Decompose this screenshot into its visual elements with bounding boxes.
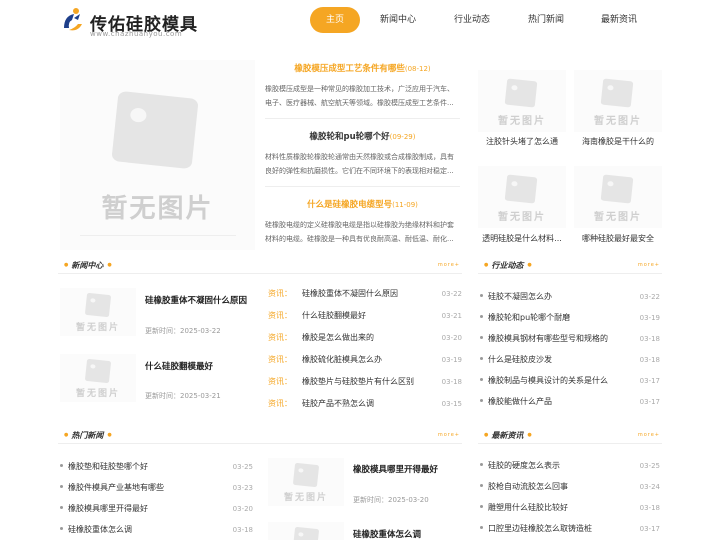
list-item[interactable]: 资讯： 橡胶是怎么做出来的 03-20 <box>268 331 462 345</box>
thumb-caption[interactable]: 注胶针头堵了怎么通 <box>478 136 566 147</box>
card-title[interactable]: 橡胶模具哪里开得最好 <box>353 463 438 475</box>
card-image[interactable]: 暂无图片 <box>268 458 344 506</box>
featured-image-placeholder[interactable]: 暂无图片 <box>60 60 255 250</box>
list-item[interactable]: 口腔里边硅橡胶怎么取铸造桩 03-17 <box>480 522 660 536</box>
header: 传佑硅胶模具 www.chazhuanyou.com 主页 新闻中心 行业动态 … <box>0 0 720 46</box>
list-item[interactable]: 橡胶垫和硅胶垫哪个好 03-25 <box>60 460 253 474</box>
list-item[interactable]: 胶枪自动流胶怎么回事 03-24 <box>480 480 660 494</box>
image-placeholder-icon <box>111 90 199 170</box>
thumb-image[interactable]: 暂无图片 <box>574 70 662 132</box>
list-item[interactable]: 资讯： 橡胶垫片与硅胶垫片有什么区别 03-18 <box>268 375 462 389</box>
nav-home[interactable]: 主页 <box>310 7 360 33</box>
list-item[interactable]: 橡胶轮和pu轮哪个耐磨 03-19 <box>480 311 660 325</box>
featured-article[interactable]: 什么是硅橡胶电缆型号(11-09) 硅橡胶电缆的定义硅橡胶电缆是指以硅橡胶为绝缘… <box>265 198 460 246</box>
section-header-news-center: 新闻中心 more+ <box>58 258 462 274</box>
nav-industry[interactable]: 行业动态 <box>454 7 490 33</box>
featured-desc: 橡胶模压成型是一种常见的橡胶加工技术，广泛应用于汽车、电子、医疗器械、航空航天等… <box>265 85 454 107</box>
thumb-caption[interactable]: 透明硅胶是什么材料... <box>478 233 566 244</box>
card-title[interactable]: 硅橡胶重体不凝固什么原因 <box>145 294 247 306</box>
nav-news-center[interactable]: 新闻中心 <box>380 7 416 33</box>
section-title: 热门新闻 <box>64 430 112 441</box>
featured-title[interactable]: 橡胶轮和pu轮哪个好(09-29) <box>265 130 460 142</box>
featured-title[interactable]: 橡胶模压成型工艺条件有哪些(08-12) <box>265 62 460 74</box>
list-item[interactable]: 硅胶不凝固怎么办 03-22 <box>480 290 660 304</box>
list-item[interactable]: 橡胶能做什么产品 03-17 <box>480 395 660 409</box>
card-title[interactable]: 硅橡胶重体怎么调 <box>353 528 421 540</box>
site-logo[interactable]: 传佑硅胶模具 www.chazhuanyou.com <box>60 6 197 38</box>
thumb-image[interactable]: 暂无图片 <box>478 70 566 132</box>
list-item[interactable]: 资讯： 硅胶产品不熟怎么调 03-15 <box>268 397 462 411</box>
card-image[interactable] <box>268 522 344 540</box>
nav-latest[interactable]: 最新资讯 <box>601 7 637 33</box>
section-title: 新闻中心 <box>64 260 112 271</box>
list-item[interactable]: 橡胶模具钢材有哪些型号和规格的 03-18 <box>480 332 660 346</box>
thumb-caption[interactable]: 哪种硅胶最好最安全 <box>574 233 662 244</box>
section-title: 最新资讯 <box>484 430 532 441</box>
more-link[interactable]: more+ <box>638 432 660 438</box>
logo-mark-icon <box>64 8 82 31</box>
featured-title[interactable]: 什么是硅橡胶电缆型号(11-09) <box>265 198 460 210</box>
section-header-hot-news: 热门新闻 more+ <box>58 428 462 444</box>
list-item[interactable]: 什么是硅胶皮沙发 03-18 <box>480 353 660 367</box>
featured-article[interactable]: 橡胶模压成型工艺条件有哪些(08-12) 橡胶模压成型是一种常见的橡胶加工技术，… <box>265 62 460 110</box>
placeholder-text: 暂无图片 <box>101 194 214 224</box>
featured-desc: 材料性质橡胶轮橡胶轮通常由天然橡胶或合成橡胶制成，具有良好的弹性和抗磨损性。它们… <box>265 153 454 175</box>
list-item[interactable]: 资讯： 什么硅胶翻模最好 03-21 <box>268 309 462 323</box>
thumb-image[interactable]: 暂无图片 <box>574 166 662 228</box>
list-item[interactable]: 雕塑用什么硅胶比较好 03-18 <box>480 501 660 515</box>
logo-subtitle: www.chazhuanyou.com <box>90 30 183 38</box>
card-title[interactable]: 什么硅胶翻模最好 <box>145 360 213 372</box>
nav-hot-news[interactable]: 热门新闻 <box>528 7 564 33</box>
list-item[interactable]: 资讯： 橡胶硫化脏模具怎么办 03-19 <box>268 353 462 367</box>
list-item[interactable]: 橡胶件模具产业基地有哪些 03-23 <box>60 481 253 495</box>
card-time: 更新时间：2025-03-21 <box>145 392 221 400</box>
list-item[interactable]: 橡胶制品与模具设计的关系是什么 03-17 <box>480 374 660 388</box>
list-item[interactable]: 硅胶的硬度怎么表示 03-25 <box>480 459 660 473</box>
card-image[interactable]: 暂无图片 <box>60 288 136 336</box>
card-image[interactable]: 暂无图片 <box>60 354 136 402</box>
section-header-industry: 行业动态 more+ <box>478 258 662 274</box>
section-header-latest: 最新资讯 more+ <box>478 428 662 444</box>
list-item[interactable]: 资讯： 硅橡胶重体不凝固什么原因 03-22 <box>268 287 462 301</box>
more-link[interactable]: more+ <box>438 432 460 438</box>
featured-desc: 硅橡胶电缆的定义硅橡胶电缆是指以硅橡胶为绝缘材料和护套材料的电缆。硅橡胶是一种具… <box>265 221 454 243</box>
thumb-image[interactable]: 暂无图片 <box>478 166 566 228</box>
list-item[interactable]: 硅橡胶重体怎么调 03-18 <box>60 523 253 537</box>
section-title: 行业动态 <box>484 260 532 271</box>
more-link[interactable]: more+ <box>638 262 660 268</box>
card-time: 更新时间：2025-03-22 <box>145 327 221 335</box>
thumb-caption[interactable]: 海南橡胶是干什么的 <box>574 136 662 147</box>
more-link[interactable]: more+ <box>438 262 460 268</box>
featured-article[interactable]: 橡胶轮和pu轮哪个好(09-29) 材料性质橡胶轮橡胶轮通常由天然橡胶或合成橡胶… <box>265 130 460 178</box>
card-time: 更新时间：2025-03-20 <box>353 496 429 504</box>
list-item[interactable]: 橡胶模具哪里开得最好 03-20 <box>60 502 253 516</box>
